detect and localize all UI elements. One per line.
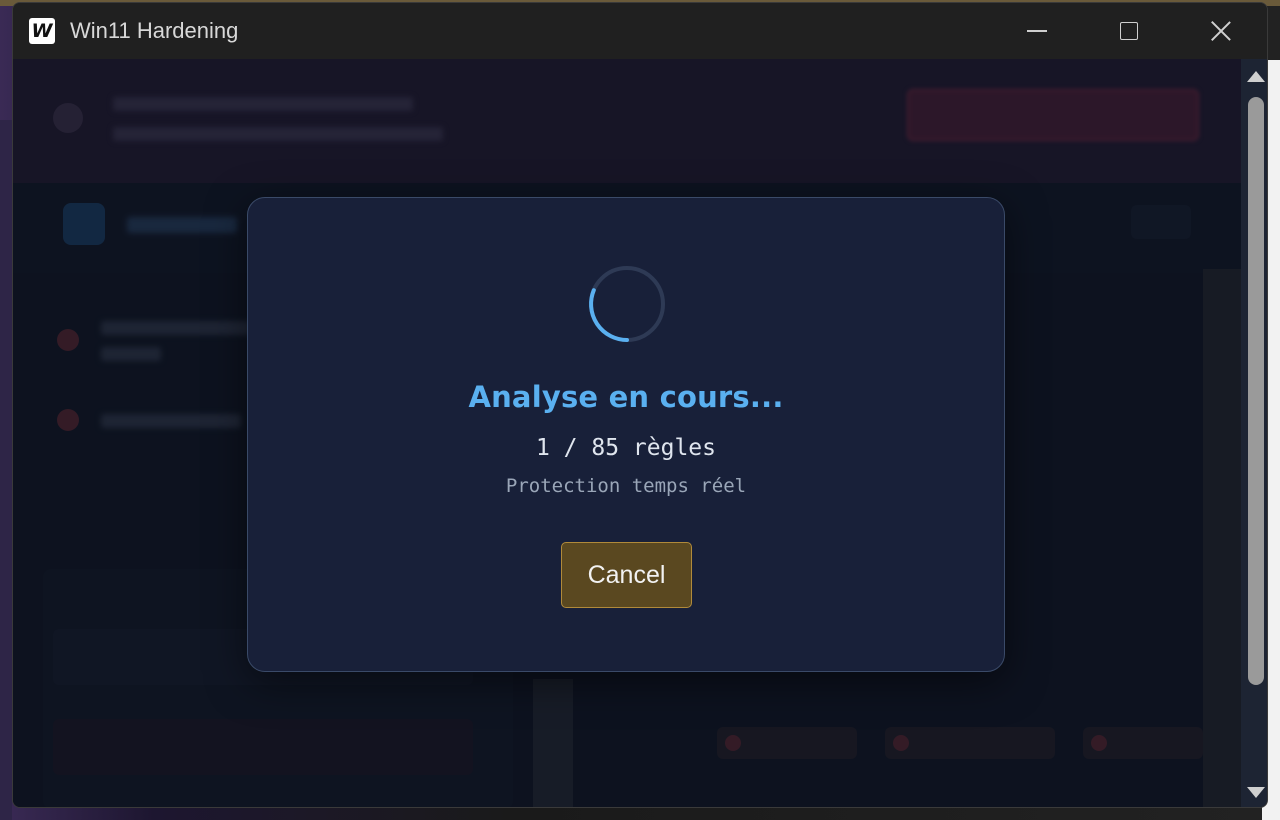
app-logo-icon: W — [29, 18, 55, 44]
scroll-down-arrow-icon[interactable] — [1247, 787, 1265, 798]
window-title: Win11 Hardening — [70, 18, 239, 43]
minimize-button[interactable] — [991, 3, 1083, 59]
maximize-icon — [1120, 22, 1138, 40]
scrollbar-thumb[interactable] — [1248, 97, 1264, 685]
minimize-icon — [1027, 30, 1047, 32]
close-icon — [1210, 20, 1232, 42]
maximize-button[interactable] — [1083, 3, 1175, 59]
dialog-title: Analyse en cours... — [468, 380, 784, 414]
vertical-scrollbar[interactable] — [1241, 59, 1267, 807]
loading-spinner-icon — [589, 266, 665, 342]
scroll-up-arrow-icon[interactable] — [1247, 71, 1265, 82]
progress-count: 1 / 85 règles — [535, 435, 716, 461]
app-window: W Win11 Hardening Analyse en cours... 1 … — [12, 2, 1268, 808]
desktop-left-edge — [0, 120, 12, 820]
analysis-progress-dialog: Analyse en cours... 1 / 85 règles Protec… — [247, 197, 1005, 672]
cancel-button[interactable]: Cancel — [561, 542, 692, 608]
close-button[interactable] — [1175, 3, 1267, 59]
title-bar[interactable]: W Win11 Hardening — [13, 3, 1267, 59]
current-rule-name: Protection temps réel — [505, 475, 747, 497]
